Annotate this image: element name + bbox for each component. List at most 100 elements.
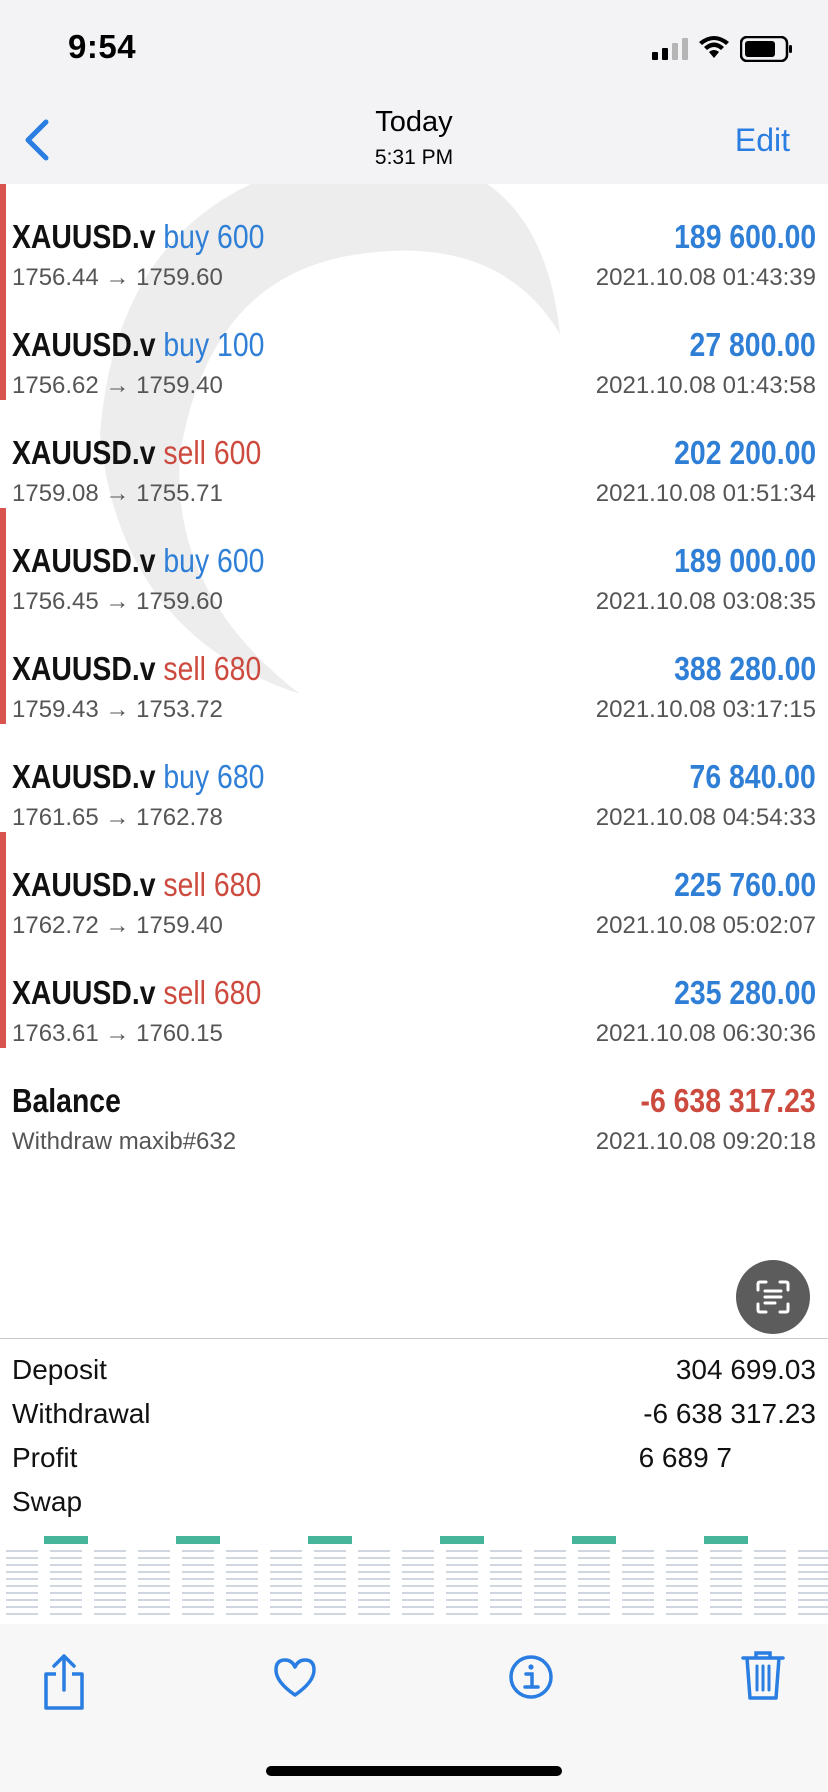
trade-row: XAUUSD.v sell 680 235 280.00 1763.61 → 176… [0, 940, 828, 1048]
trade-title: Balance [12, 1082, 121, 1120]
trade-date: 2021.10.08 03:08:35 [595, 588, 816, 615]
row-marker [0, 508, 6, 616]
heart-icon[interactable] [272, 1656, 318, 1698]
trade-prices: 1759.43 → 1753.72 [12, 696, 223, 723]
trade-symbol: XAUUSD.v [12, 758, 156, 795]
trade-prices: 1759.08 → 1755.71 [12, 480, 223, 507]
trade-row: XAUUSD.v buy 600 189 600.00 1756.44 → 1759… [0, 184, 828, 292]
trade-prices: 1763.61 → 1760.15 [12, 1020, 223, 1047]
thumbnail[interactable] [748, 1536, 793, 1624]
thumbnail[interactable] [792, 1536, 828, 1624]
trash-icon[interactable] [740, 1648, 786, 1702]
summary-list: Deposit 304 699.03 Withdrawal -6 638 317… [0, 1354, 828, 1530]
summary-value: 6 689 7 [638, 1442, 732, 1473]
nav-title: Today [375, 106, 453, 138]
trade-symbol: XAUUSD.v [12, 434, 156, 471]
summary-row-swap: Swap [0, 1486, 828, 1530]
trade-prices: 1756.62 → 1759.40 [12, 372, 223, 399]
trade-title: XAUUSD.v buy 680 [12, 758, 264, 796]
trade-prices: Withdraw maxib#632 [12, 1128, 237, 1155]
trade-amount: 189 000.00 [673, 542, 816, 579]
trade-volume: 600 [213, 434, 262, 471]
trade-date: 2021.10.08 05:02:07 [595, 912, 816, 939]
trade-row: XAUUSD.v buy 100 27 800.00 1756.62 → 1759.… [0, 292, 828, 400]
trade-row: XAUUSD.v buy 680 76 840.00 1761.65 → 1762.… [0, 724, 828, 832]
summary-value: 304 699.03 [675, 1354, 816, 1385]
trade-amount: -6 638 317.23 [640, 1082, 816, 1119]
home-indicator [266, 1766, 562, 1776]
trade-symbol: XAUUSD.v [12, 974, 156, 1011]
trade-side: buy [163, 326, 210, 363]
trade-symbol: XAUUSD.v [12, 866, 156, 903]
trade-amount: 202 200.00 [673, 434, 816, 471]
trade-side: sell [163, 434, 206, 471]
thumbnail[interactable] [440, 1536, 485, 1624]
photo-viewer-screen: 9:54 Today 5:31 PM Edit XAUUSD.v buy 600… [0, 0, 828, 1792]
trade-title: XAUUSD.v buy 600 [12, 542, 264, 580]
trade-row: XAUUSD.v sell 600 202 200.00 1759.08 → 175… [0, 400, 828, 508]
trade-title: XAUUSD.v buy 600 [12, 218, 264, 256]
thumbnail[interactable] [88, 1536, 133, 1624]
nav-subtitle: 5:31 PM [374, 146, 454, 169]
trade-volume: 600 [217, 218, 265, 255]
thumbnail[interactable] [220, 1536, 265, 1624]
summary-row-deposit: Deposit 304 699.03 [0, 1354, 828, 1398]
live-text-icon [756, 1280, 790, 1314]
thumbnail[interactable] [352, 1536, 397, 1624]
trade-amount: 76 840.00 [689, 758, 816, 795]
row-marker [0, 940, 6, 1048]
thumbnail[interactable] [176, 1536, 221, 1624]
trade-prices: 1756.45 → 1759.60 [12, 588, 223, 615]
trade-amount: 189 600.00 [673, 218, 816, 255]
thumbnail[interactable] [0, 1536, 45, 1624]
thumbnail[interactable] [660, 1536, 705, 1624]
thumbnail[interactable] [308, 1536, 353, 1624]
thumbnail-strip[interactable] [0, 1536, 828, 1624]
trade-prices: 1756.44 → 1759.60 [12, 264, 223, 291]
trade-list: XAUUSD.v sell 600232 800.001762.28 → 175… [0, 184, 828, 1156]
trade-row: Balance -6 638 317.23 Withdraw maxib#632 2… [0, 1048, 828, 1156]
row-marker [0, 832, 6, 940]
summary-label: Withdrawal [12, 1398, 151, 1429]
trade-volume: 100 [217, 326, 265, 363]
trade-side: buy [163, 758, 210, 795]
trade-row: XAUUSD.v buy 600 189 000.00 1756.45 → 1759… [0, 508, 828, 616]
thumbnail[interactable] [132, 1536, 177, 1624]
summary-divider [0, 1338, 828, 1339]
share-icon[interactable] [40, 1652, 88, 1712]
trade-title: XAUUSD.v sell 600 [12, 434, 261, 472]
trade-side: sell [163, 974, 206, 1011]
trade-date: 2021.10.08 01:43:39 [595, 264, 816, 291]
summary-row-withdrawal: Withdrawal -6 638 317.23 [0, 1398, 828, 1442]
trade-side: buy [163, 542, 210, 579]
info-icon[interactable] [508, 1654, 554, 1700]
thumbnail[interactable] [44, 1536, 89, 1624]
summary-label: Profit [12, 1442, 78, 1473]
trade-date: 2021.10.08 03:17:15 [595, 696, 816, 723]
summary-row-profit: Profit 6 689 7 [0, 1442, 828, 1486]
trade-title: XAUUSD.v buy 100 [12, 326, 264, 364]
thumbnail[interactable] [264, 1536, 309, 1624]
trade-symbol: XAUUSD.v [12, 218, 156, 255]
thumbnail[interactable] [572, 1536, 617, 1624]
trade-title: XAUUSD.v sell 680 [12, 650, 261, 688]
trade-symbol: XAUUSD.v [12, 650, 156, 687]
trade-date: 2021.10.08 01:51:34 [595, 480, 816, 507]
live-text-button[interactable] [736, 1260, 810, 1334]
thumbnail[interactable] [396, 1536, 441, 1624]
status-bar: 9:54 [0, 0, 828, 100]
thumbnail[interactable] [704, 1536, 749, 1624]
trade-row: XAUUSD.v sell 680 225 760.00 1762.72 → 175… [0, 832, 828, 940]
edit-button[interactable]: Edit [735, 122, 790, 159]
thumbnail[interactable] [528, 1536, 573, 1624]
thumbnail[interactable] [616, 1536, 661, 1624]
summary-value: -6 638 317.23 [643, 1398, 816, 1429]
trade-amount: 235 280.00 [673, 974, 816, 1011]
trade-side: sell [163, 650, 206, 687]
trade-title: XAUUSD.v sell 680 [12, 866, 261, 904]
photo-content: XAUUSD.v sell 600232 800.001762.28 → 175… [0, 184, 828, 1536]
trade-side: sell [163, 866, 206, 903]
trade-volume: 600 [217, 542, 265, 579]
summary-label: Deposit [12, 1354, 107, 1385]
thumbnail[interactable] [484, 1536, 529, 1624]
